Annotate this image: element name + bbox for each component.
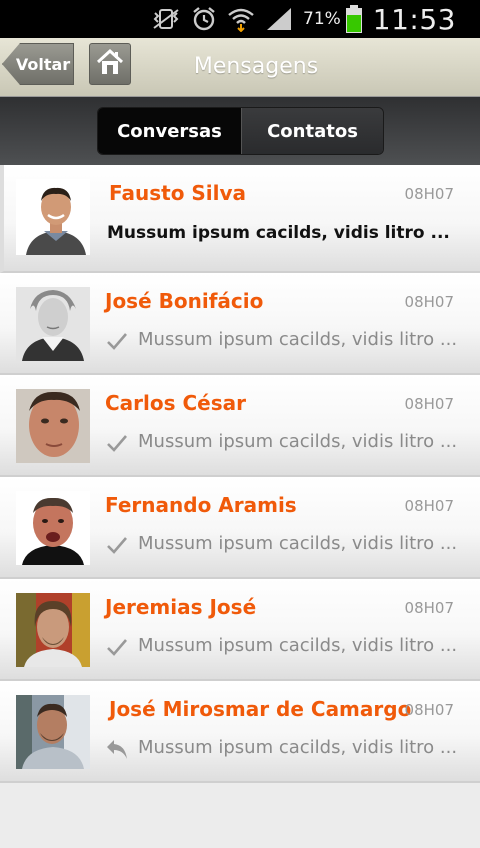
avatar [16, 179, 90, 255]
home-button[interactable] [89, 43, 131, 85]
message-preview: Mussum ipsum cacilds, vidis litro ... [138, 431, 458, 452]
tab-bar: Conversas Contatos [0, 97, 480, 165]
contact-name: José Bonifácio [105, 289, 264, 313]
message-time: 08H07 [404, 293, 454, 311]
conversation-row[interactable]: José Mirosmar de Camargo 08H07 Mussum ip… [0, 681, 480, 783]
tab-conversas[interactable]: Conversas [98, 108, 241, 154]
conversation-row[interactable]: Fernando Aramis 08H07 Mussum ipsum cacil… [0, 477, 480, 579]
contact-name: Fernando Aramis [105, 493, 297, 517]
signal-icon [265, 6, 293, 32]
message-time: 08H07 [404, 701, 454, 719]
message-time: 08H07 [404, 395, 454, 413]
conversation-list: Fausto Silva 08H07 Mussum ipsum cacilds,… [0, 165, 480, 783]
battery-percentage: 71% [303, 9, 341, 29]
contact-name: Carlos César [105, 391, 247, 415]
wifi-icon [227, 6, 255, 32]
avatar [16, 287, 90, 361]
clock: 11:53 [372, 2, 456, 36]
avatar [16, 389, 90, 463]
message-preview: Mussum ipsum cacilds, vidis litro ... [138, 533, 458, 554]
reply-icon [105, 737, 129, 761]
conversation-row[interactable]: Fausto Silva 08H07 Mussum ipsum cacilds,… [0, 165, 480, 273]
contact-name: Fausto Silva [109, 181, 247, 205]
battery-icon [345, 5, 363, 33]
message-preview: Mussum ipsum cacilds, vidis litro ... [138, 329, 458, 350]
conversation-row[interactable]: Carlos César 08H07 Mussum ipsum cacilds,… [0, 375, 480, 477]
app-header: Mensagens Voltar [0, 38, 480, 97]
home-icon [95, 48, 125, 80]
conversation-row[interactable]: José Bonifácio 08H07 Mussum ipsum cacild… [0, 273, 480, 375]
alarm-icon [191, 6, 217, 32]
avatar [16, 593, 90, 667]
check-icon [105, 635, 129, 659]
avatar [16, 491, 90, 565]
segmented-control: Conversas Contatos [97, 107, 384, 155]
message-time: 08H07 [404, 599, 454, 617]
message-preview: Mussum ipsum cacilds, vidis litro ... [138, 635, 458, 656]
check-icon [105, 533, 129, 557]
vibrate-icon [151, 7, 181, 31]
tab-contatos[interactable]: Contatos [241, 108, 383, 154]
contact-name: Jeremias José [105, 595, 257, 619]
message-preview: Mussum ipsum cacilds, vidis litro ... [138, 737, 458, 758]
check-icon [105, 329, 129, 353]
conversation-row[interactable]: Jeremias José 08H07 Mussum ipsum cacilds… [0, 579, 480, 681]
status-bar: 71% 11:53 [0, 0, 480, 38]
avatar [16, 695, 90, 769]
message-preview: Mussum ipsum cacilds, vidis litro ... [107, 223, 450, 243]
message-time: 08H07 [404, 497, 454, 515]
contact-name: José Mirosmar de Camargo [109, 697, 412, 721]
check-icon [105, 431, 129, 455]
message-time: 08H07 [404, 185, 454, 203]
